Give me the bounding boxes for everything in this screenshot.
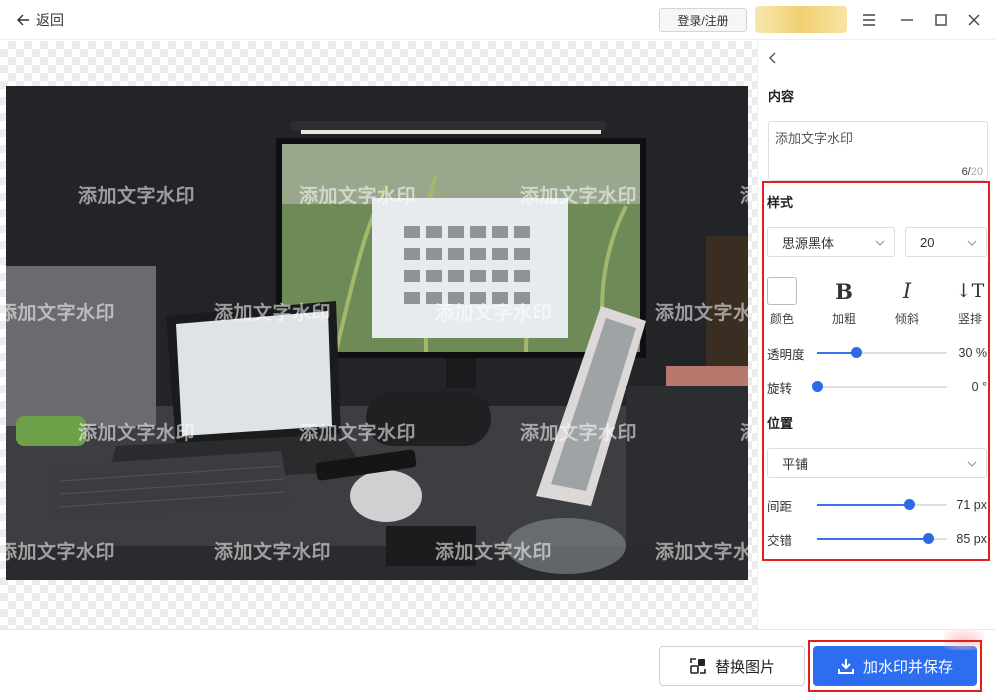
position-section-title: 位置: [767, 416, 794, 431]
stagger-slider[interactable]: [817, 533, 947, 544]
account-badge[interactable]: [755, 6, 847, 33]
stagger-slider-handle[interactable]: [922, 533, 934, 544]
decorative-glow: [944, 630, 984, 650]
top-bar: 返回 登录/注册: [0, 0, 995, 40]
close-icon[interactable]: [966, 12, 982, 28]
bold-label: 加粗: [831, 312, 856, 326]
stagger-value: 85 px: [956, 532, 987, 546]
opacity-slider-row: 透明度 30 %: [767, 343, 989, 363]
italic-label: 倾斜: [894, 312, 919, 326]
chevron-down-icon: [875, 240, 885, 246]
opacity-label: 透明度: [767, 347, 805, 362]
font-family-value: 思源黑体: [782, 235, 835, 251]
vertical-tool[interactable]: ↓T 竖排: [950, 276, 990, 327]
menu-icon[interactable]: [861, 12, 877, 28]
rotate-slider-row: 旋转 0 °: [767, 377, 989, 397]
desk-photo: [6, 86, 748, 580]
style-section-title: 样式: [767, 195, 794, 210]
char-counter: 6/20: [961, 166, 983, 178]
save-label: 加水印并保存: [862, 658, 953, 676]
rotate-label: 旋转: [767, 381, 793, 396]
login-register-button[interactable]: 登录/注册: [659, 8, 747, 32]
spacing-slider-handle[interactable]: [904, 499, 916, 510]
font-size-select[interactable]: 20: [905, 227, 987, 257]
preview-image: 添加文字水印 添加文字水印 添加文字水印 添加文字水印 添加文字水印 添加文字水…: [6, 86, 748, 580]
spacing-value: 71 px: [956, 498, 987, 512]
chevron-left-icon[interactable]: [766, 51, 780, 65]
rotate-slider-handle[interactable]: [812, 381, 823, 392]
stagger-label: 交错: [767, 533, 793, 548]
bold-icon: B: [835, 278, 853, 304]
stagger-slider-row: 交错 85 px: [767, 529, 989, 549]
watermark-input-value: 添加文字水印: [775, 131, 854, 146]
bottom-bar: 替换图片 加水印并保存: [0, 629, 995, 700]
color-swatch[interactable]: [767, 277, 797, 305]
content-section-title: 内容: [768, 89, 795, 104]
rotate-value: 0 °: [971, 380, 987, 394]
replace-image-label: 替换图片: [714, 658, 775, 676]
replace-icon: [690, 658, 706, 674]
spacing-slider-row: 间距 71 px: [767, 495, 989, 515]
maximize-icon[interactable]: [933, 12, 949, 28]
font-family-select[interactable]: 思源黑体: [767, 227, 895, 257]
download-icon: [837, 659, 854, 674]
layout-mode-value: 平铺: [782, 456, 809, 472]
opacity-slider[interactable]: [817, 347, 947, 358]
opacity-slider-handle[interactable]: [851, 347, 862, 358]
spacing-slider[interactable]: [817, 499, 947, 510]
back-button[interactable]: 返回: [16, 10, 64, 30]
spacing-label: 间距: [767, 499, 793, 514]
font-size-value: 20: [920, 234, 935, 250]
rotate-slider[interactable]: [812, 381, 947, 392]
minimize-icon[interactable]: [899, 12, 915, 28]
chevron-down-icon: [967, 461, 977, 467]
replace-image-button[interactable]: 替换图片: [659, 646, 805, 686]
chevron-down-icon: [967, 240, 977, 246]
color-label: 颜色: [769, 312, 794, 326]
add-watermark-save-button[interactable]: 加水印并保存: [813, 646, 977, 686]
watermark-text-input[interactable]: 添加文字水印 6/20: [768, 121, 988, 181]
vertical-text-icon: ↓T: [955, 280, 985, 302]
arrow-left-icon: [17, 14, 29, 26]
layout-mode-select[interactable]: 平铺: [767, 448, 987, 478]
vertical-label: 竖排: [957, 312, 982, 326]
italic-icon: I: [902, 279, 912, 303]
color-tool[interactable]: 颜色: [762, 276, 802, 327]
back-label: 返回: [36, 12, 64, 28]
bold-tool[interactable]: B 加粗: [824, 276, 864, 327]
preview-canvas: 添加文字水印 添加文字水印 添加文字水印 添加文字水印 添加文字水印 添加文字水…: [0, 41, 757, 629]
opacity-value: 30 %: [958, 346, 988, 360]
italic-tool[interactable]: I 倾斜: [887, 276, 927, 327]
